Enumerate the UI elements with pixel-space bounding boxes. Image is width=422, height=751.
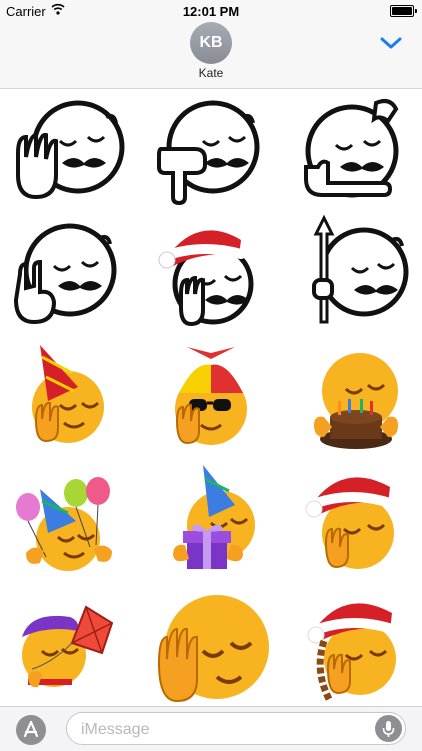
sticker-gift-box-emoji[interactable] bbox=[151, 459, 271, 579]
imessage-field[interactable] bbox=[66, 712, 406, 745]
sticker-balloons-party-emoji[interactable] bbox=[6, 459, 126, 579]
sticker-hand-on-head-mustache-outline[interactable] bbox=[296, 93, 416, 213]
sticker-facepalm-mustache-outline[interactable] bbox=[6, 93, 126, 213]
chevron-down-icon[interactable] bbox=[378, 34, 404, 52]
sticker-rock-hand-mustache-outline[interactable] bbox=[6, 214, 126, 334]
sticker-birthday-cake-emoji[interactable] bbox=[296, 337, 416, 457]
message-input-bar bbox=[0, 706, 422, 751]
app-store-button[interactable] bbox=[16, 715, 46, 745]
conversation-header: KB Kate bbox=[0, 22, 422, 89]
contact-avatar[interactable]: KB bbox=[190, 22, 232, 64]
microphone-icon bbox=[382, 721, 395, 737]
battery-icon bbox=[390, 5, 417, 17]
sticker-pointing-down-mustache-outline[interactable] bbox=[151, 93, 271, 213]
status-bar: Carrier 12:01 PM bbox=[0, 0, 422, 22]
sticker-santa-hat-braid-emoji[interactable] bbox=[296, 585, 416, 705]
sticker-rocket-holding-mustache-outline[interactable] bbox=[296, 214, 416, 334]
clock-time: 12:01 PM bbox=[182, 4, 240, 19]
message-input[interactable] bbox=[79, 719, 373, 741]
sticker-santa-hat-emoji[interactable] bbox=[296, 459, 416, 579]
sticker-propeller-cap-sunglasses-emoji[interactable] bbox=[151, 337, 271, 457]
microphone-button[interactable] bbox=[375, 715, 402, 742]
sticker-grid bbox=[0, 89, 422, 709]
sticker-party-hat-facepalm-emoji[interactable] bbox=[6, 337, 126, 457]
sticker-kite-purple-cap-emoji[interactable] bbox=[6, 585, 126, 705]
sticker-santa-hat-mustache-outline[interactable] bbox=[151, 214, 271, 334]
sticker-facepalm-emoji[interactable] bbox=[151, 585, 271, 705]
contact-name[interactable]: Kate bbox=[0, 66, 422, 80]
app-store-icon bbox=[23, 720, 39, 738]
